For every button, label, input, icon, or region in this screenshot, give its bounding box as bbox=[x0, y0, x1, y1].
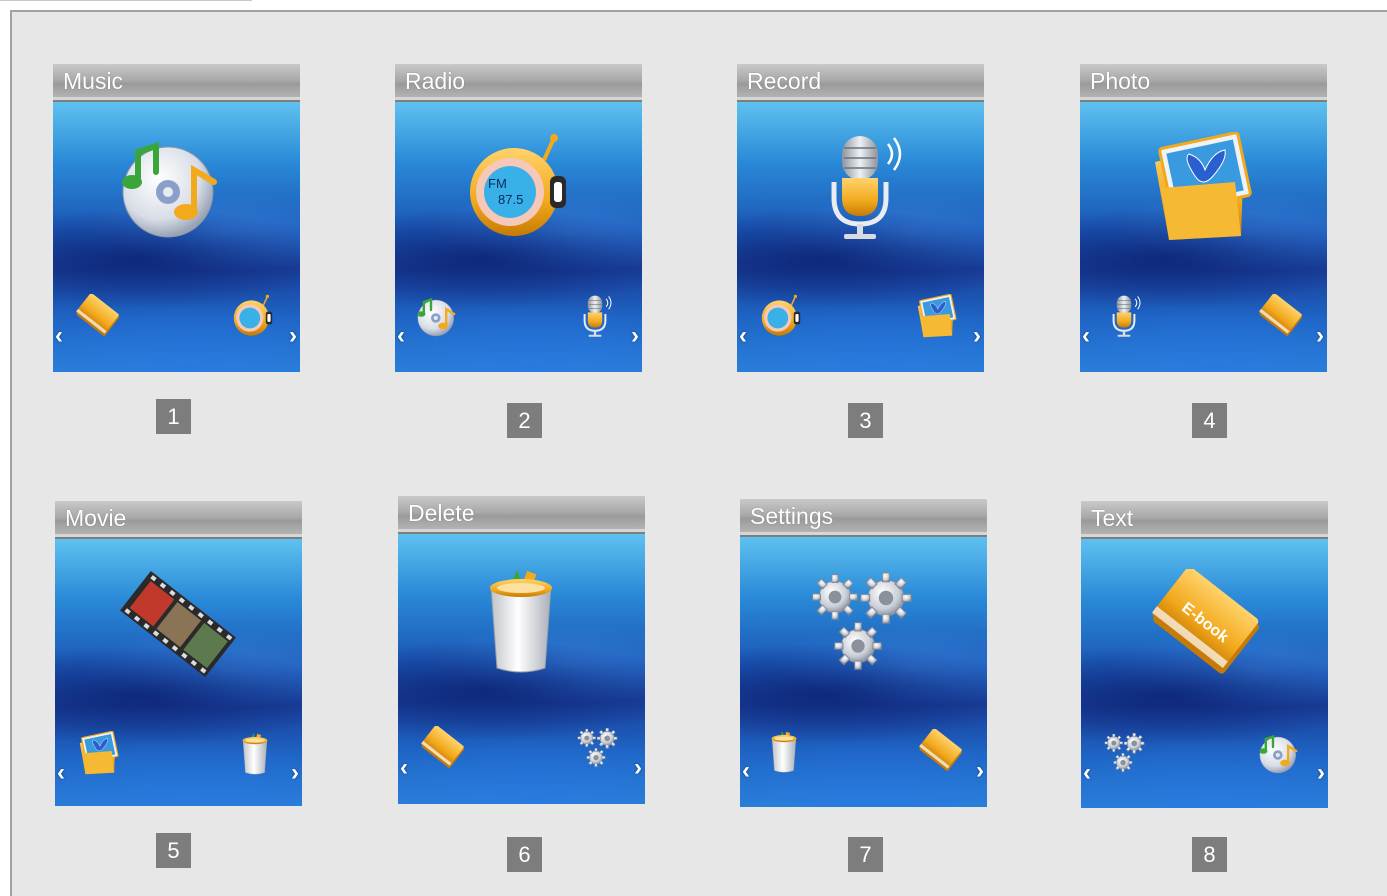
title-bar: Music bbox=[53, 64, 300, 102]
screen-display: ‹ › bbox=[1080, 102, 1327, 372]
screen-number: 6 bbox=[507, 837, 542, 872]
radio-icon[interactable]: FM 87.5 bbox=[458, 132, 578, 242]
screen-settings: Settings ‹ › bbox=[740, 499, 987, 807]
top-tab-line bbox=[0, 0, 252, 1]
trash-can-icon[interactable] bbox=[461, 564, 581, 674]
screen-display: ‹ › bbox=[398, 534, 645, 804]
music-cd-icon[interactable] bbox=[116, 132, 236, 242]
microphone-icon bbox=[1100, 292, 1148, 340]
nav-right-arrow[interactable]: › bbox=[1317, 761, 1325, 785]
gears-icon bbox=[574, 724, 622, 772]
screen-number: 2 bbox=[507, 403, 542, 438]
screen-title: Movie bbox=[65, 505, 127, 531]
title-bar: Delete bbox=[398, 496, 645, 534]
screen-title: Text bbox=[1091, 505, 1134, 531]
screen-movie: Movie ‹ › bbox=[55, 501, 302, 806]
screen-title: Photo bbox=[1090, 68, 1151, 94]
music-cd-icon bbox=[415, 292, 463, 340]
nav-left-arrow[interactable]: ‹ bbox=[397, 324, 405, 348]
screen-display: E-book ‹ › bbox=[1081, 539, 1328, 808]
film-strip-icon[interactable] bbox=[118, 569, 238, 679]
screen-title: Delete bbox=[408, 500, 475, 526]
gears-icon bbox=[1101, 729, 1149, 777]
nav-right-arrow[interactable]: › bbox=[631, 324, 639, 348]
title-bar: Record bbox=[737, 64, 984, 102]
title-bar: Settings bbox=[740, 499, 987, 537]
nav-right-arrow[interactable]: › bbox=[291, 761, 299, 785]
nav-right-arrow[interactable]: › bbox=[634, 756, 642, 780]
screen-title: Radio bbox=[405, 68, 466, 94]
title-bar: Movie bbox=[55, 501, 302, 539]
photo-folder-icon[interactable] bbox=[1143, 132, 1263, 242]
nav-left-arrow[interactable]: ‹ bbox=[55, 324, 63, 348]
screen-record: Record ‹ › bbox=[737, 64, 984, 372]
title-bar: Text bbox=[1081, 501, 1328, 539]
radio-band-label: FM bbox=[488, 176, 507, 191]
nav-right-arrow[interactable]: › bbox=[1316, 324, 1324, 348]
photo-folder-icon bbox=[913, 292, 961, 340]
ebook-icon bbox=[1256, 292, 1304, 340]
screen-number: 5 bbox=[156, 833, 191, 868]
screen-number: 8 bbox=[1192, 837, 1227, 872]
screen-display: ‹ › bbox=[740, 537, 987, 807]
radio-icon bbox=[757, 292, 805, 340]
nav-left-arrow[interactable]: ‹ bbox=[739, 324, 747, 348]
nav-right-arrow[interactable]: › bbox=[973, 324, 981, 348]
ebook-icon bbox=[916, 727, 964, 775]
ebook-icon bbox=[418, 724, 466, 772]
screen-title: Record bbox=[747, 68, 822, 94]
screen-music: Music ‹ › bbox=[53, 64, 300, 372]
ebook-icon bbox=[73, 292, 121, 340]
screen-display: ‹ › bbox=[53, 102, 300, 372]
ebook-icon[interactable]: E-book bbox=[1144, 569, 1264, 679]
music-cd-icon bbox=[1257, 729, 1305, 777]
screen-text: Text E-book ‹ › bbox=[1081, 501, 1328, 808]
screen-title: Music bbox=[63, 68, 124, 94]
nav-left-arrow[interactable]: ‹ bbox=[57, 761, 65, 785]
nav-right-arrow[interactable]: › bbox=[976, 759, 984, 783]
nav-left-arrow[interactable]: ‹ bbox=[742, 759, 750, 783]
screen-number: 4 bbox=[1192, 403, 1227, 438]
screen-photo: Photo ‹ › bbox=[1080, 64, 1327, 372]
title-bar: Photo bbox=[1080, 64, 1327, 102]
microphone-icon[interactable] bbox=[800, 132, 920, 242]
screen-display: ‹ › bbox=[55, 539, 302, 806]
microphone-icon bbox=[571, 292, 619, 340]
screen-number: 3 bbox=[848, 403, 883, 438]
screen-delete: Delete ‹ › bbox=[398, 496, 645, 804]
photo-folder-icon bbox=[75, 729, 123, 777]
nav-left-arrow[interactable]: ‹ bbox=[400, 756, 408, 780]
screen-radio: Radio FM 87.5 ‹ › bbox=[395, 64, 642, 372]
radio-frequency-label: 87.5 bbox=[498, 192, 523, 207]
trash-can-icon bbox=[231, 729, 279, 777]
screen-number: 7 bbox=[848, 837, 883, 872]
gears-icon[interactable] bbox=[803, 567, 923, 677]
nav-left-arrow[interactable]: ‹ bbox=[1083, 761, 1091, 785]
screen-display: ‹ › bbox=[737, 102, 984, 372]
screen-number: 1 bbox=[156, 399, 191, 434]
nav-left-arrow[interactable]: ‹ bbox=[1082, 324, 1090, 348]
radio-icon bbox=[229, 292, 277, 340]
title-bar: Radio bbox=[395, 64, 642, 102]
nav-right-arrow[interactable]: › bbox=[289, 324, 297, 348]
screen-title: Settings bbox=[750, 503, 834, 529]
screen-display: FM 87.5 ‹ › bbox=[395, 102, 642, 372]
trash-can-icon bbox=[760, 727, 808, 775]
